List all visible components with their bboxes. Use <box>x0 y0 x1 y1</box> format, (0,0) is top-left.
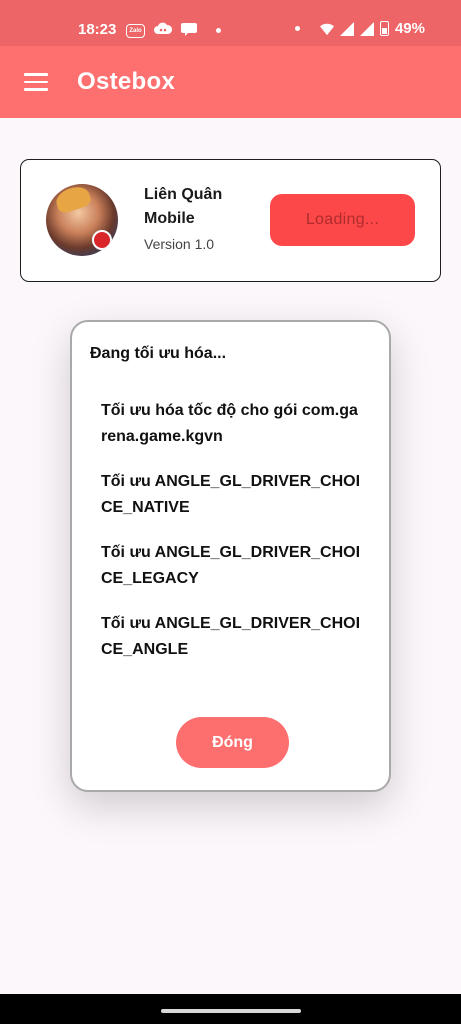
list-item: Tối ưu ANGLE_GL_DRIVER_CHOICE_ANGLE <box>101 615 361 658</box>
optimization-dialog: Đang tối ưu hóa... Tối ưu hóa tốc độ cho… <box>70 320 391 792</box>
dot-icon <box>294 26 300 31</box>
close-button[interactable]: Đóng <box>176 717 289 768</box>
app-title: Ostebox <box>77 68 176 95</box>
cloud-game-icon <box>154 22 173 39</box>
hamburger-menu-icon[interactable] <box>24 73 48 91</box>
status-bar: 18:23 Zalo 49% <box>0 0 461 46</box>
chat-bubble-icon <box>181 22 197 39</box>
zalo-icon: Zalo <box>126 23 145 38</box>
list-item: Tối ưu ANGLE_GL_DRIVER_CHOICE_NATIVE <box>101 473 361 516</box>
list-item: Tối ưu hóa tốc độ cho gói com.garena.gam… <box>101 402 358 445</box>
dialog-item-list: Tối ưu hóa tốc độ cho gói com.garena.gam… <box>101 398 363 682</box>
game-version: Version 1.0 <box>144 236 215 252</box>
loading-button[interactable]: Loading... <box>270 194 415 246</box>
game-card: Liên Quân Mobile Version 1.0 Loading... <box>20 159 441 282</box>
status-time: 18:23 <box>78 21 117 38</box>
battery-icon <box>379 21 389 36</box>
app-bar: Ostebox <box>0 46 461 118</box>
dot-icon <box>216 28 221 33</box>
home-indicator[interactable] <box>161 1009 301 1013</box>
signal-icon <box>339 21 354 36</box>
signal-icon <box>359 21 374 36</box>
system-status: 49% <box>294 20 425 37</box>
dialog-title: Đang tối ưu hóa... <box>90 345 227 362</box>
battery-percent: 49% <box>394 20 425 37</box>
notification-icons: Zalo <box>126 22 221 39</box>
wifi-icon <box>319 23 334 35</box>
game-avatar <box>46 184 118 256</box>
game-name: Liên Quân Mobile <box>144 186 223 227</box>
list-item: Tối ưu ANGLE_GL_DRIVER_CHOICE_LEGACY <box>101 544 361 587</box>
navigation-bar <box>0 994 461 1024</box>
